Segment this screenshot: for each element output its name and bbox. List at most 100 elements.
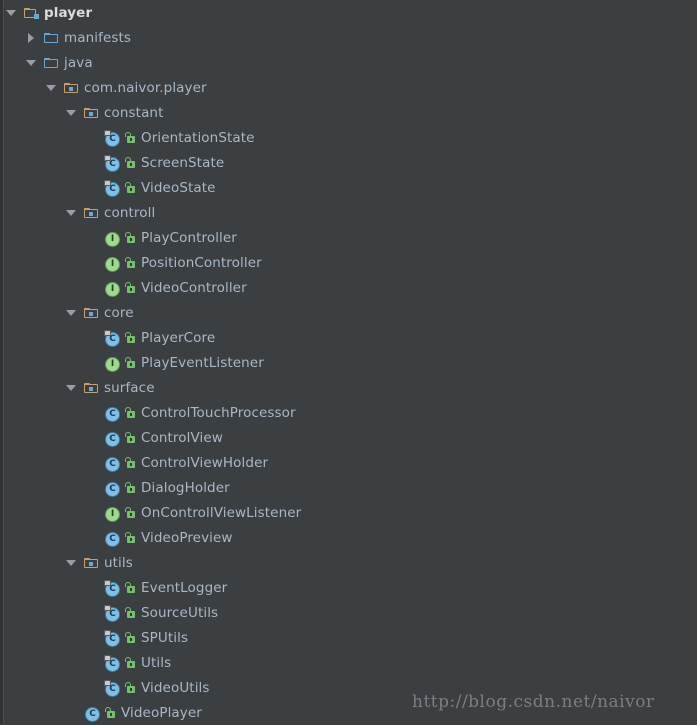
chevron-down-icon[interactable] <box>64 200 78 225</box>
chevron-down-icon[interactable] <box>64 300 78 325</box>
tree-row[interactable]: C Utils <box>0 650 697 675</box>
tree-node[interactable]: C SPUtils <box>104 625 188 650</box>
tree-node[interactable]: player <box>24 0 92 25</box>
tree-node[interactable]: C VideoState <box>104 175 216 200</box>
class-icon: C <box>104 430 120 447</box>
public-lock-icon <box>124 255 136 271</box>
chevron-down-icon[interactable] <box>64 550 78 575</box>
tree-node[interactable]: C VideoUtils <box>104 675 210 700</box>
tree-node[interactable]: core <box>84 300 134 325</box>
tree-row[interactable]: I PositionController <box>0 250 697 275</box>
final-marker-icon <box>104 629 111 636</box>
tree-node[interactable]: C DialogHolder <box>104 475 230 500</box>
package-folder-icon <box>84 305 100 321</box>
tree-row[interactable]: C PlayerCore <box>0 325 697 350</box>
tree-node[interactable]: com.naivor.player <box>64 75 207 100</box>
tree-node-label: PlayEventListener <box>141 354 264 371</box>
tree-row[interactable]: surface <box>0 375 697 400</box>
tree-node[interactable]: I PlayController <box>104 225 237 250</box>
tree-row[interactable]: manifests <box>0 25 697 50</box>
tree-node[interactable]: C VideoPlayer <box>84 700 202 725</box>
tree-node[interactable]: C ControlTouchProcessor <box>104 400 296 425</box>
tree-row[interactable]: C ControlViewHolder <box>0 450 697 475</box>
public-lock-icon <box>124 155 136 171</box>
tree-row[interactable]: I PlayController <box>0 225 697 250</box>
tree-node[interactable]: surface <box>84 375 155 400</box>
tree-row[interactable]: utils <box>0 550 697 575</box>
tree-node[interactable]: C VideoPreview <box>104 525 233 550</box>
tree-row[interactable]: I VideoController <box>0 275 697 300</box>
tree-row[interactable]: C DialogHolder <box>0 475 697 500</box>
tree-node[interactable]: C ScreenState <box>104 150 224 175</box>
final-class-icon: C <box>104 329 120 347</box>
public-lock-icon <box>124 655 136 671</box>
tree-row[interactable]: C ControlView <box>0 425 697 450</box>
public-lock-icon <box>124 455 136 471</box>
module-icon <box>24 5 40 21</box>
final-class-icon: C <box>104 579 120 597</box>
tree-node[interactable]: I PlayEventListener <box>104 350 264 375</box>
tree-node[interactable]: C OrientationState <box>104 125 255 150</box>
interface-icon: I <box>104 505 120 522</box>
tree-row[interactable]: player <box>0 0 697 25</box>
tree-node[interactable]: I PositionController <box>104 250 262 275</box>
package-marker-dot <box>69 86 73 91</box>
interface-icon: I <box>104 280 120 297</box>
lock-keyhole <box>130 662 132 666</box>
tree-row[interactable]: core <box>0 300 697 325</box>
tree-row[interactable]: C OrientationState <box>0 125 697 150</box>
tree-node[interactable]: utils <box>84 550 133 575</box>
tree-row[interactable]: C ScreenState <box>0 150 697 175</box>
tree-node[interactable]: C EventLogger <box>104 575 227 600</box>
chevron-down-icon[interactable] <box>44 75 58 100</box>
class-badge: C <box>85 706 100 722</box>
project-tree[interactable]: player manifests java com.naivor.player cons… <box>0 0 697 725</box>
tree-row[interactable]: java <box>0 50 697 75</box>
tree-node-label: Utils <box>141 654 172 671</box>
interface-icon: I <box>104 355 120 372</box>
tree-node[interactable]: java <box>44 50 93 75</box>
tree-row[interactable]: C SPUtils <box>0 625 697 650</box>
interface-badge: I <box>105 281 120 297</box>
chevron-right-icon[interactable] <box>24 25 38 50</box>
chevron-down-icon[interactable] <box>64 100 78 125</box>
tree-node[interactable]: constant <box>84 100 164 125</box>
tree-row[interactable]: C VideoState <box>0 175 697 200</box>
tree-node-label: VideoController <box>141 279 247 296</box>
tree-node[interactable]: C ControlViewHolder <box>104 450 268 475</box>
tree-row[interactable]: I PlayEventListener <box>0 350 697 375</box>
tree-row[interactable]: C ControlTouchProcessor <box>0 400 697 425</box>
interface-icon: I <box>104 255 120 272</box>
tree-node[interactable]: manifests <box>44 25 131 50</box>
tree-node[interactable]: C SourceUtils <box>104 600 218 625</box>
tree-row[interactable]: C SourceUtils <box>0 600 697 625</box>
tree-node[interactable]: C Utils <box>104 650 171 675</box>
chevron-down-icon[interactable] <box>64 375 78 400</box>
tree-node-label: VideoPreview <box>141 529 233 546</box>
package-marker-dot <box>89 561 93 566</box>
lock-keyhole <box>130 512 132 516</box>
tree-node[interactable]: I VideoController <box>104 275 247 300</box>
chevron-down-icon[interactable] <box>24 50 38 75</box>
final-class-icon: C <box>104 629 120 647</box>
tree-row[interactable]: controll <box>0 200 697 225</box>
tree-node[interactable]: C PlayerCore <box>104 325 215 350</box>
lock-keyhole <box>130 137 132 141</box>
lock-keyhole <box>130 262 132 266</box>
lock-keyhole <box>130 637 132 641</box>
tree-node[interactable]: controll <box>84 200 155 225</box>
package-marker-dot <box>89 211 93 216</box>
tree-row[interactable]: constant <box>0 100 697 125</box>
tree-node[interactable]: C ControlView <box>104 425 223 450</box>
lock-keyhole <box>130 437 132 441</box>
tree-row[interactable]: C VideoPreview <box>0 525 697 550</box>
tree-row[interactable]: com.naivor.player <box>0 75 697 100</box>
lock-keyhole <box>130 237 132 241</box>
class-badge: C <box>105 456 120 472</box>
public-lock-icon <box>124 405 136 421</box>
chevron-down-icon[interactable] <box>4 0 18 25</box>
tree-row[interactable]: C EventLogger <box>0 575 697 600</box>
tree-row[interactable]: I OnControllViewListener <box>0 500 697 525</box>
tree-node[interactable]: I OnControllViewListener <box>104 500 301 525</box>
project-tool-window[interactable]: player manifests java com.naivor.player cons… <box>0 0 697 724</box>
